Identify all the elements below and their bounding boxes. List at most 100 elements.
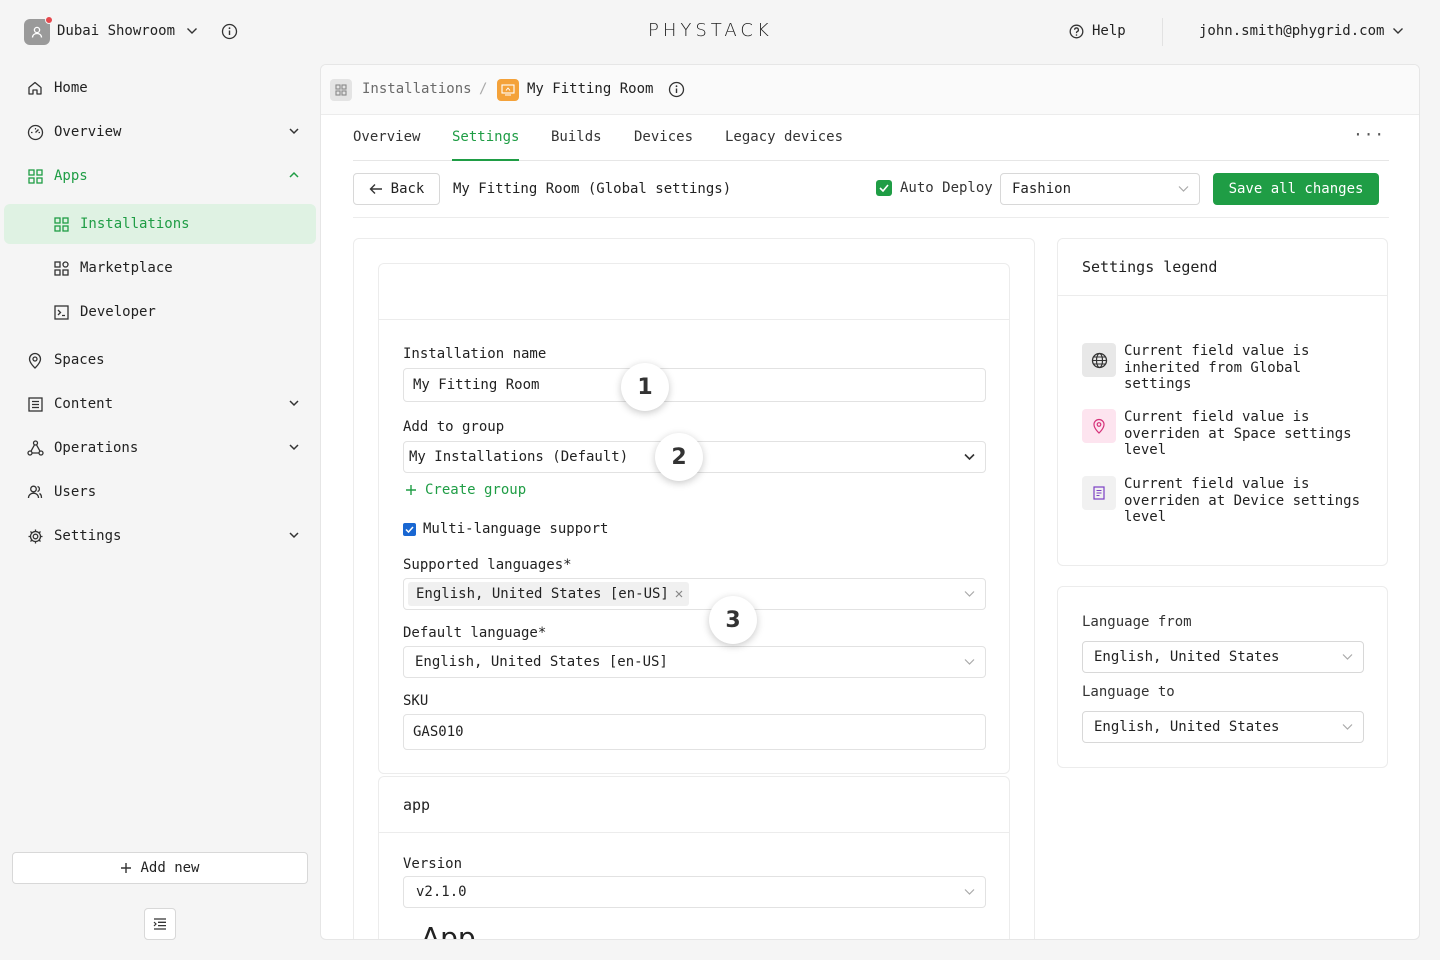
help-button[interactable]: Help — [1069, 23, 1126, 39]
sidebar-item-label: Apps — [54, 168, 88, 184]
workspace-avatar[interactable] — [24, 16, 53, 45]
save-all-changes-button[interactable]: Save all changes — [1213, 173, 1379, 205]
collapse-sidebar-button[interactable] — [144, 908, 176, 940]
general-settings-card: Installation name My Fitting Room Add to… — [378, 263, 1010, 774]
chevron-down-icon — [964, 889, 975, 895]
version-label: Version — [403, 856, 463, 872]
app-screen-icon — [497, 79, 519, 101]
theme-select[interactable]: Fashion — [1000, 173, 1200, 205]
location-pin-icon — [28, 352, 42, 369]
apps-icon — [27, 168, 43, 184]
checkbox-checked-icon — [403, 522, 416, 536]
sidebar-item-users[interactable]: Users — [4, 472, 316, 512]
sidebar-item-label: Overview — [54, 124, 122, 140]
info-icon[interactable] — [668, 81, 685, 98]
supported-languages-label: Supported languages* — [403, 557, 572, 573]
help-circle-icon — [1069, 24, 1084, 38]
sku-label: SKU — [403, 693, 429, 709]
default-language-select[interactable]: English, United States [en-US] — [403, 646, 986, 678]
dashboard-icon — [27, 124, 43, 140]
chevron-up-icon — [289, 171, 299, 178]
app-heading: App — [421, 921, 476, 940]
sidebar-item-developer[interactable]: Developer — [4, 292, 316, 332]
language-from-select[interactable]: English, United States — [1082, 641, 1364, 673]
checkbox-checked-icon — [876, 180, 892, 196]
annotation-marker-3: 3 — [709, 596, 757, 644]
notification-dot — [45, 16, 53, 24]
user-icon — [31, 26, 43, 38]
sidebar-item-marketplace[interactable]: Marketplace — [4, 248, 316, 288]
location-pin-icon — [1082, 409, 1116, 443]
chevron-down-icon — [289, 532, 299, 539]
chevron-down-icon — [1393, 28, 1404, 34]
legend-text: Current field value is overriden at Devi… — [1124, 476, 1361, 525]
tab-overview[interactable]: Overview — [353, 129, 420, 161]
close-icon[interactable] — [675, 590, 683, 598]
tab-devices[interactable]: Devices — [634, 129, 693, 161]
more-options-icon[interactable]: ··· — [1353, 125, 1385, 144]
language-preview-card: Language from English, United States Lan… — [1057, 586, 1388, 768]
default-language-value: English, United States [en-US] — [415, 654, 668, 670]
installations-icon — [53, 216, 69, 232]
chevron-down-icon — [964, 453, 975, 461]
top-bar: Dubai Showroom PHYSTACK Help john.smith@… — [0, 0, 1440, 64]
default-language-label: Default language* — [403, 625, 547, 641]
language-from-value: English, United States — [1094, 649, 1280, 665]
user-menu[interactable]: john.smith@phygrid.com — [1199, 23, 1404, 39]
help-label: Help — [1092, 23, 1126, 39]
topbar-divider — [1162, 18, 1163, 46]
sidebar-item-label: Settings — [54, 528, 122, 544]
sidebar-item-label: Home — [54, 80, 88, 96]
sidebar-item-overview[interactable]: Overview — [4, 112, 316, 152]
sidebar-item-content[interactable]: Content — [4, 384, 316, 424]
sidebar: Home Overview Apps Installations Marketp… — [0, 64, 320, 960]
tab-legacy-devices[interactable]: Legacy devices — [725, 129, 843, 161]
legend-item-global: Current field value is inherited from Gl… — [1082, 343, 1372, 393]
add-new-button[interactable]: Add new — [12, 852, 308, 884]
workspace-name[interactable]: Dubai Showroom — [57, 23, 175, 39]
sidebar-item-operations[interactable]: Operations — [4, 428, 316, 468]
installation-name-input[interactable]: My Fitting Room — [403, 368, 986, 402]
sidebar-item-apps[interactable]: Apps — [4, 156, 316, 196]
auto-deploy-checkbox[interactable]: Auto Deploy — [876, 180, 993, 196]
app-settings-card: app Version v2.1.0 App — [378, 776, 1010, 940]
breadcrumb: Installations / My Fitting Room — [321, 65, 1419, 115]
sku-input[interactable]: GAS010 — [403, 714, 986, 750]
tab-builds[interactable]: Builds — [551, 129, 602, 161]
annotation-marker-2: 2 — [655, 433, 703, 481]
language-to-value: English, United States — [1094, 719, 1280, 735]
auto-deploy-label: Auto Deploy — [900, 180, 993, 196]
back-button[interactable]: Back — [353, 173, 440, 205]
legend-item-space: Current field value is overriden at Spac… — [1082, 409, 1372, 459]
chevron-down-icon — [1342, 724, 1353, 730]
settings-legend-card: Settings legend Current field value is i… — [1057, 238, 1388, 566]
plus-icon — [121, 863, 132, 873]
version-select[interactable]: v2.1.0 — [403, 876, 986, 908]
card-header — [379, 264, 1009, 320]
chevron-down-icon — [289, 128, 299, 135]
multi-language-checkbox[interactable]: Multi-language support — [403, 521, 608, 537]
info-icon[interactable] — [221, 23, 238, 40]
sidebar-item-installations[interactable]: Installations — [4, 204, 316, 244]
sidebar-item-label: Developer — [80, 304, 156, 320]
legend-item-device: Current field value is overriden at Devi… — [1082, 476, 1372, 526]
terminal-icon — [53, 304, 69, 320]
breadcrumb-root[interactable]: Installations — [362, 81, 472, 97]
operations-icon — [26, 440, 44, 456]
sidebar-item-home[interactable]: Home — [4, 68, 316, 108]
tab-settings[interactable]: Settings — [452, 129, 520, 161]
sidebar-item-settings[interactable]: Settings — [4, 516, 316, 556]
supported-languages-select[interactable]: English, United States [en-US] — [403, 578, 986, 610]
language-to-select[interactable]: English, United States — [1082, 711, 1364, 743]
chevron-down-icon[interactable] — [186, 25, 198, 37]
chevron-down-icon — [289, 444, 299, 451]
chevron-down-icon — [1178, 186, 1189, 192]
chevron-down-icon — [964, 591, 975, 597]
sidebar-item-label: Operations — [54, 440, 139, 456]
sku-value: GAS010 — [413, 724, 464, 740]
create-group-button[interactable]: Create group — [405, 482, 526, 498]
settings-form: Installation name My Fitting Room Add to… — [353, 238, 1035, 940]
main-panel: Installations / My Fitting Room Overview… — [320, 64, 1420, 940]
sidebar-item-spaces[interactable]: Spaces — [4, 340, 316, 380]
menu-collapse-icon — [153, 918, 166, 930]
